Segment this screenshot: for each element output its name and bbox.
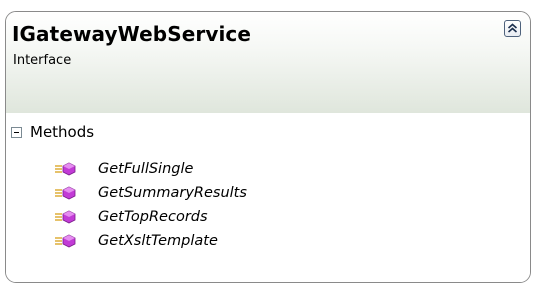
method-name: GetSummaryResults bbox=[98, 185, 247, 201]
list-item[interactable]: GetSummaryResults bbox=[54, 181, 247, 205]
interface-name: IGatewayWebService bbox=[12, 22, 252, 46]
method-icon bbox=[54, 209, 78, 225]
list-item[interactable]: GetFullSingle bbox=[54, 157, 247, 181]
method-list: GetFullSingle GetSummaryResults GetTopRe… bbox=[54, 157, 247, 253]
list-item[interactable]: GetXsltTemplate bbox=[54, 229, 247, 253]
members-compartment: Methods GetFullSingle GetSummaryResults … bbox=[6, 113, 530, 282]
method-name: GetTopRecords bbox=[98, 209, 208, 225]
double-chevron-up-icon bbox=[507, 23, 518, 33]
class-diagram-canvas: IGatewayWebService Interface Methods Get… bbox=[0, 0, 544, 293]
interface-header[interactable]: IGatewayWebService Interface bbox=[6, 12, 530, 114]
interface-kind: Interface bbox=[13, 53, 72, 68]
method-name: GetFullSingle bbox=[98, 161, 194, 177]
methods-section-header[interactable]: Methods bbox=[11, 122, 94, 142]
method-icon bbox=[54, 161, 78, 177]
method-icon bbox=[54, 185, 78, 201]
method-icon bbox=[54, 233, 78, 249]
interface-shape[interactable]: IGatewayWebService Interface Methods Get… bbox=[5, 11, 531, 283]
section-label: Methods bbox=[30, 123, 95, 141]
collapse-button[interactable] bbox=[504, 20, 521, 37]
list-item[interactable]: GetTopRecords bbox=[54, 205, 247, 229]
method-name: GetXsltTemplate bbox=[98, 233, 218, 249]
collapse-section-icon[interactable] bbox=[11, 126, 22, 138]
